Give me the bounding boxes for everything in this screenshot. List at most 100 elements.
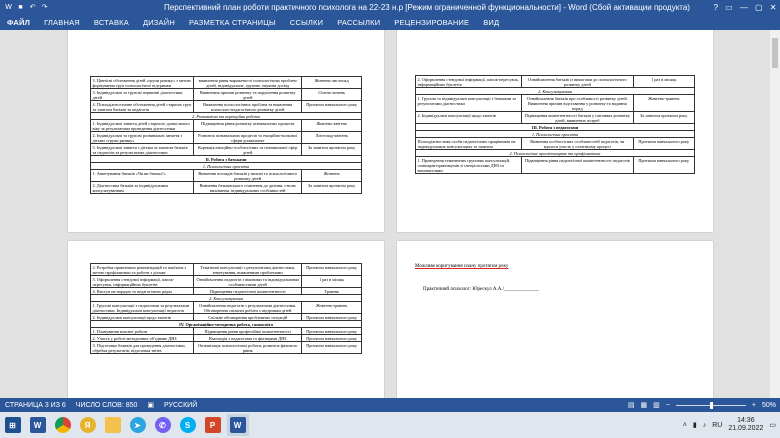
- tab-references[interactable]: ССЫЛКИ: [283, 16, 330, 30]
- table-row: 2. Індивідуальні консультації щодо запит…: [414, 111, 696, 124]
- purpose-cell: Ознайомлення батьків про особливості роз…: [521, 94, 634, 112]
- section-heading: 2. Психологічне просвітництво та профіла…: [415, 149, 695, 157]
- table-row: IV. Організаційно-методична робота, само…: [90, 320, 362, 328]
- yandex-browser-icon: Я: [79, 417, 96, 433]
- taskbar-yandex[interactable]: Я: [77, 414, 99, 436]
- clock-time: 14:36: [737, 417, 755, 424]
- zoom-slider[interactable]: [675, 401, 746, 409]
- read-mode-icon[interactable]: ▤: [628, 401, 635, 409]
- table-row: III. Робота з педагогами: [415, 123, 695, 131]
- language-indicator[interactable]: РУССКИЙ: [159, 402, 202, 409]
- taskbar-telegram[interactable]: ➤: [127, 414, 149, 436]
- web-layout-icon[interactable]: ▥: [653, 401, 660, 409]
- taskbar-explorer[interactable]: [102, 414, 124, 436]
- zoom-level[interactable]: 50%: [762, 402, 776, 409]
- viber-icon: ✆: [154, 417, 171, 433]
- windows-icon: ⊞: [4, 417, 21, 433]
- term-cell: Травень: [301, 287, 362, 295]
- purpose-cell: Ознайомлення педагогів з результатами ді…: [192, 301, 303, 314]
- activity-cell: 3. Оформлення стендової інформації, папо…: [90, 275, 194, 288]
- document-page-4[interactable]: Можливе коригування плану протягом року …: [397, 241, 713, 398]
- zoom-out-button[interactable]: −: [666, 402, 670, 409]
- taskbar-viber[interactable]: ✆: [152, 414, 174, 436]
- start-button[interactable]: ⊞: [2, 414, 24, 436]
- tab-review[interactable]: РЕЦЕНЗИРОВАНИЕ: [387, 16, 476, 30]
- tab-mailings[interactable]: РАССЫЛКИ: [330, 16, 387, 30]
- table-row: 1. Психологічна просвіта: [90, 162, 362, 170]
- keyboard-language[interactable]: RU: [712, 422, 722, 429]
- section-heading: 1. Психологічна просвіта: [415, 130, 695, 138]
- tab-design[interactable]: ДИЗАЙН: [136, 16, 182, 30]
- word-app-icon-active: W: [229, 417, 246, 433]
- purpose-cell: Спільне обговорення проблемних ситуацій: [192, 313, 303, 321]
- zoom-in-button[interactable]: +: [752, 402, 756, 409]
- minimize-button[interactable]: —: [740, 3, 748, 12]
- purpose-cell: Ознайомлення педагогів з віковими та інд…: [192, 275, 303, 288]
- purpose-cell: Корекція емоційно-особистісних та пізнав…: [192, 143, 303, 156]
- term-cell: Протягом навчального року: [301, 341, 362, 354]
- print-layout-icon[interactable]: ▦: [641, 401, 648, 409]
- document-area[interactable]: 3. Ціннісні обстеження дітей «групи ризи…: [0, 30, 770, 398]
- table-row: 1. Планування власної роботи Підвищення р…: [90, 327, 362, 335]
- close-button[interactable]: ✕: [770, 3, 777, 12]
- notifications-icon[interactable]: ▭: [769, 421, 776, 429]
- redo-icon[interactable]: ↷: [40, 3, 49, 12]
- zoom-slider-thumb[interactable]: [709, 401, 713, 409]
- maximize-button[interactable]: ▢: [755, 3, 763, 12]
- table-row: 2. Індивідуальні консультації щодо запит…: [90, 313, 362, 321]
- tab-file[interactable]: ФАЙЛ: [0, 16, 38, 30]
- taskbar-word[interactable]: W: [27, 414, 49, 436]
- scroll-thumb[interactable]: [772, 38, 778, 68]
- quick-access-toolbar: W ■ ↶ ↷: [0, 3, 144, 12]
- document-page-3[interactable]: 2. Розробка практичних рекомендацій та п…: [68, 241, 384, 398]
- chrome-icon: [54, 417, 71, 433]
- vertical-scrollbar[interactable]: [770, 30, 780, 398]
- tab-home[interactable]: ГЛАВНАЯ: [37, 16, 87, 30]
- activity-cell: 3. Індивідуальні та групові первинні діа…: [90, 88, 194, 101]
- save-icon[interactable]: ■: [16, 3, 25, 12]
- term-cell: Листопад-квітень: [301, 131, 362, 144]
- table-row: 2. Оформлення стендової інформації, папо…: [414, 75, 696, 88]
- term-cell: Жовтень-травень: [301, 301, 362, 314]
- purpose-cell: Підвищення рівня розвитку пізнавальних п…: [192, 119, 303, 132]
- term-cell: За запитом протягом року: [632, 111, 696, 124]
- term-cell: Жовтень-травень: [632, 94, 696, 112]
- table-row: 4. Виступ на нарадах та педагогічних рад…: [90, 287, 362, 295]
- term-cell: Протягом навчального року: [301, 100, 362, 113]
- ribbon-tabs: ФАЙЛ ГЛАВНАЯ ВСТАВКА ДИЗАЙН РАЗМЕТКА СТР…: [0, 15, 780, 30]
- page-count[interactable]: СТРАНИЦА 3 ИЗ 6: [0, 402, 71, 409]
- purpose-cell: Виявлення психологічних проблем та виявл…: [192, 100, 303, 113]
- tab-page-layout[interactable]: РАЗМЕТКА СТРАНИЦЫ: [182, 16, 283, 30]
- taskbar-skype[interactable]: S: [177, 414, 199, 436]
- tab-view[interactable]: ВИД: [476, 16, 506, 30]
- table-row: 2. Участь у роботі методичних об'єднань …: [90, 334, 362, 342]
- table-row: 1. Групові консультації з педагогами за …: [90, 301, 362, 314]
- taskbar-powerpoint[interactable]: P: [202, 414, 224, 436]
- word-icon: W: [5, 4, 12, 11]
- help-button[interactable]: ?: [714, 3, 718, 12]
- table-row: 3. Індивідуальні заняття з дітьми за зап…: [90, 143, 362, 156]
- clock[interactable]: 14:36 21.09.2022: [728, 417, 763, 433]
- taskbar-chrome[interactable]: [52, 414, 74, 436]
- section-heading: 2. Розвиваюча та корекційна робота: [90, 112, 362, 120]
- proofing-icon[interactable]: ▣: [142, 401, 159, 409]
- taskbar-word-active[interactable]: W: [226, 414, 249, 436]
- table-row: 2. Розвиваюча та корекційна робота: [90, 112, 362, 120]
- term-cell: Жовтень-листопад: [301, 76, 362, 89]
- undo-icon[interactable]: ↶: [28, 3, 37, 12]
- tab-insert[interactable]: ВСТАВКА: [87, 16, 136, 30]
- plan-note: Можливе коригування плану протягом року: [415, 264, 509, 269]
- document-page-1[interactable]: 3. Ціннісні обстеження дітей «групи ризи…: [68, 30, 384, 232]
- tray-up-arrow-icon[interactable]: ˄: [683, 422, 687, 429]
- window-title: Перспективний план роботи практичного пс…: [164, 3, 690, 12]
- ribbon-options-button[interactable]: ▭: [725, 3, 733, 12]
- activity-cell: 3. Ціннісні обстеження дітей «групи ризи…: [90, 76, 194, 89]
- document-page-2[interactable]: 2. Оформлення стендової інформації, папо…: [397, 30, 713, 232]
- table-row: II. Робота з батьками: [90, 155, 362, 163]
- word-count[interactable]: ЧИСЛО СЛОВ: 850: [71, 402, 143, 409]
- volume-icon[interactable]: ♪: [703, 422, 707, 429]
- plan-table-page-3: 2. Розробка практичних рекомендацій та п…: [90, 263, 362, 354]
- section-heading: 1. Психологічна просвіта: [90, 162, 362, 170]
- network-icon[interactable]: ▮: [693, 421, 697, 429]
- activity-cell: 1. Анкетування батьків «Чи ви батьки?»: [90, 169, 194, 182]
